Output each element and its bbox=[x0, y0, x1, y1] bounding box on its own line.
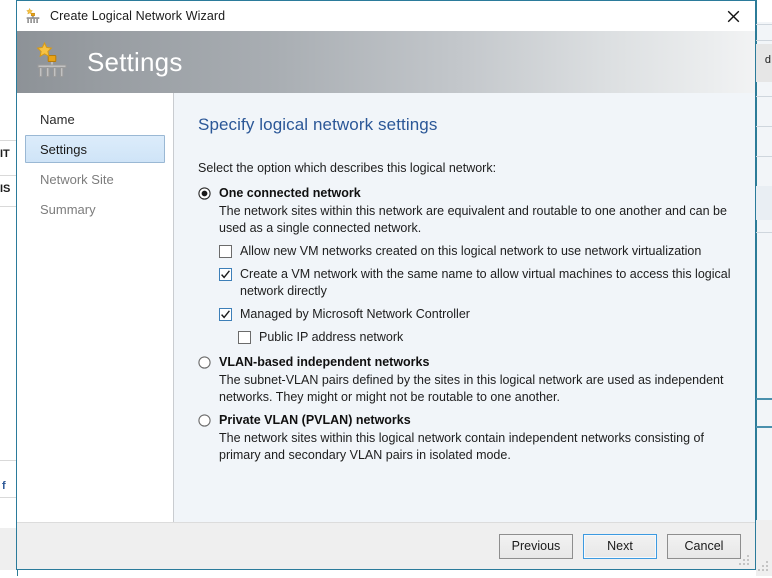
dialog-body: Name Settings Network Site Summary Speci… bbox=[17, 93, 755, 522]
create-logical-network-wizard-dialog: Create Logical Network Wizard bbox=[16, 0, 756, 570]
radio-option-vlan-based-independent-networks[interactable]: VLAN-based independent networks bbox=[198, 354, 737, 370]
background-panel bbox=[756, 186, 772, 220]
background-text-fragment: IT bbox=[0, 148, 10, 160]
page-title: Settings bbox=[87, 47, 183, 78]
sidebar-item-network-site[interactable]: Network Site bbox=[25, 165, 165, 193]
checkbox-label: Managed by Microsoft Network Controller bbox=[240, 306, 470, 323]
radio-unselected-icon bbox=[198, 414, 211, 427]
background-divider bbox=[756, 96, 772, 97]
background-divider bbox=[756, 156, 772, 157]
sidebar-item-label: Summary bbox=[40, 202, 96, 217]
sidebar-item-label: Settings bbox=[40, 142, 87, 157]
checkbox-create-vm-network[interactable]: Create a VM network with the same name t… bbox=[219, 266, 737, 300]
content-heading: Specify logical network settings bbox=[198, 115, 737, 135]
radio-option-one-connected-network[interactable]: One connected network bbox=[198, 185, 737, 201]
radio-option-description: The subnet-VLAN pairs defined by the sit… bbox=[219, 372, 737, 406]
background-text-fragment: d bbox=[765, 54, 771, 66]
checkbox-managed-by-network-controller[interactable]: Managed by Microsoft Network Controller bbox=[219, 306, 737, 323]
radio-option-private-vlan-networks[interactable]: Private VLAN (PVLAN) networks bbox=[198, 412, 737, 428]
background-link-fragment: f bbox=[2, 480, 6, 492]
radio-option-description: The network sites within this logical ne… bbox=[219, 430, 737, 464]
cancel-button[interactable]: Cancel bbox=[667, 534, 741, 559]
next-button[interactable]: Next bbox=[583, 534, 657, 559]
previous-button-label: Previous bbox=[512, 539, 561, 553]
background-right-titlebar bbox=[757, 0, 772, 22]
checkbox-allow-network-virtualization[interactable]: Allow new VM networks created on this lo… bbox=[219, 243, 737, 260]
wizard-step-nav: Name Settings Network Site Summary bbox=[17, 93, 174, 522]
checkbox-unchecked-icon bbox=[219, 245, 232, 258]
previous-button[interactable]: Previous bbox=[499, 534, 573, 559]
sidebar-item-label: Network Site bbox=[40, 172, 114, 187]
checkbox-checked-icon bbox=[219, 268, 232, 281]
radio-selected-icon bbox=[198, 187, 211, 200]
radio-option-label: One connected network bbox=[219, 185, 361, 201]
sidebar-item-settings[interactable]: Settings bbox=[25, 135, 165, 163]
sidebar-item-name[interactable]: Name bbox=[25, 105, 165, 133]
checkbox-public-ip-address-network[interactable]: Public IP address network bbox=[238, 329, 737, 346]
wizard-banner: Settings bbox=[17, 31, 755, 93]
background-text-fragment: IS bbox=[0, 183, 10, 195]
radio-unselected-icon bbox=[198, 356, 211, 369]
background-divider bbox=[756, 126, 772, 127]
resize-grip-icon[interactable] bbox=[739, 554, 751, 566]
content-prompt: Select the option which describes this l… bbox=[198, 161, 737, 175]
settings-panel: Specify logical network settings Select … bbox=[174, 93, 755, 522]
checkbox-checked-icon bbox=[219, 308, 232, 321]
checkbox-label: Create a VM network with the same name t… bbox=[240, 266, 737, 300]
background-divider bbox=[756, 232, 772, 233]
radio-option-label: Private VLAN (PVLAN) networks bbox=[219, 412, 411, 428]
checkbox-label: Allow new VM networks created on this lo… bbox=[240, 243, 701, 260]
dialog-footer: Previous Next Cancel bbox=[17, 522, 755, 569]
close-icon[interactable] bbox=[711, 1, 755, 31]
window-title: Create Logical Network Wizard bbox=[50, 9, 225, 23]
checkbox-label: Public IP address network bbox=[259, 329, 403, 346]
checkbox-unchecked-icon bbox=[238, 331, 251, 344]
network-wizard-icon bbox=[24, 7, 42, 25]
sidebar-item-label: Name bbox=[40, 112, 75, 127]
background-divider bbox=[756, 398, 772, 400]
background-right-window: d bbox=[756, 0, 772, 576]
background-divider bbox=[756, 426, 772, 428]
background-resize-grip-icon bbox=[758, 560, 770, 572]
next-button-label: Next bbox=[607, 539, 633, 553]
radio-option-description: The network sites within this network ar… bbox=[219, 203, 737, 237]
radio-option-label: VLAN-based independent networks bbox=[219, 354, 429, 370]
network-settings-icon bbox=[31, 41, 73, 83]
sidebar-item-summary[interactable]: Summary bbox=[25, 195, 165, 223]
title-bar: Create Logical Network Wizard bbox=[17, 1, 755, 31]
background-divider bbox=[756, 40, 772, 41]
background-divider bbox=[756, 24, 772, 25]
cancel-button-label: Cancel bbox=[685, 539, 724, 553]
